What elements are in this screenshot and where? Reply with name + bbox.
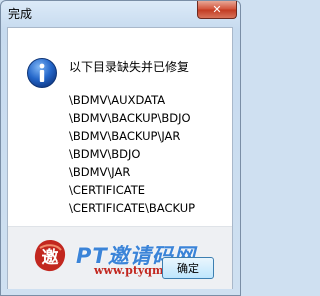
info-icon [27,58,57,88]
ok-button[interactable]: 确定 [162,257,214,279]
path-item: \BDMV\BACKUP\JAR [69,129,181,143]
path-item: \CERTIFICATE [69,183,146,197]
close-icon: ✕ [212,3,222,16]
path-item: \BDMV\BDJO [69,147,141,161]
dialog-heading: 以下目录缺失并已修复 [69,60,190,74]
watermark-logo: 邀 [34,240,66,272]
window-title: 完成 [8,7,33,21]
path-item: \BDMV\JAR [69,165,131,179]
path-item: \BDMV\AUXDATA [69,93,166,107]
close-button[interactable]: ✕ [197,1,237,19]
path-item: \BDMV\BACKUP\BDJO [69,111,191,125]
watermark-logo-char: 邀 [42,247,59,268]
missing-path-list: \BDMV\AUXDATA \BDMV\BACKUP\BDJO \BDMV\BA… [69,91,195,217]
path-item: \CERTIFICATE\BACKUP [69,201,196,215]
